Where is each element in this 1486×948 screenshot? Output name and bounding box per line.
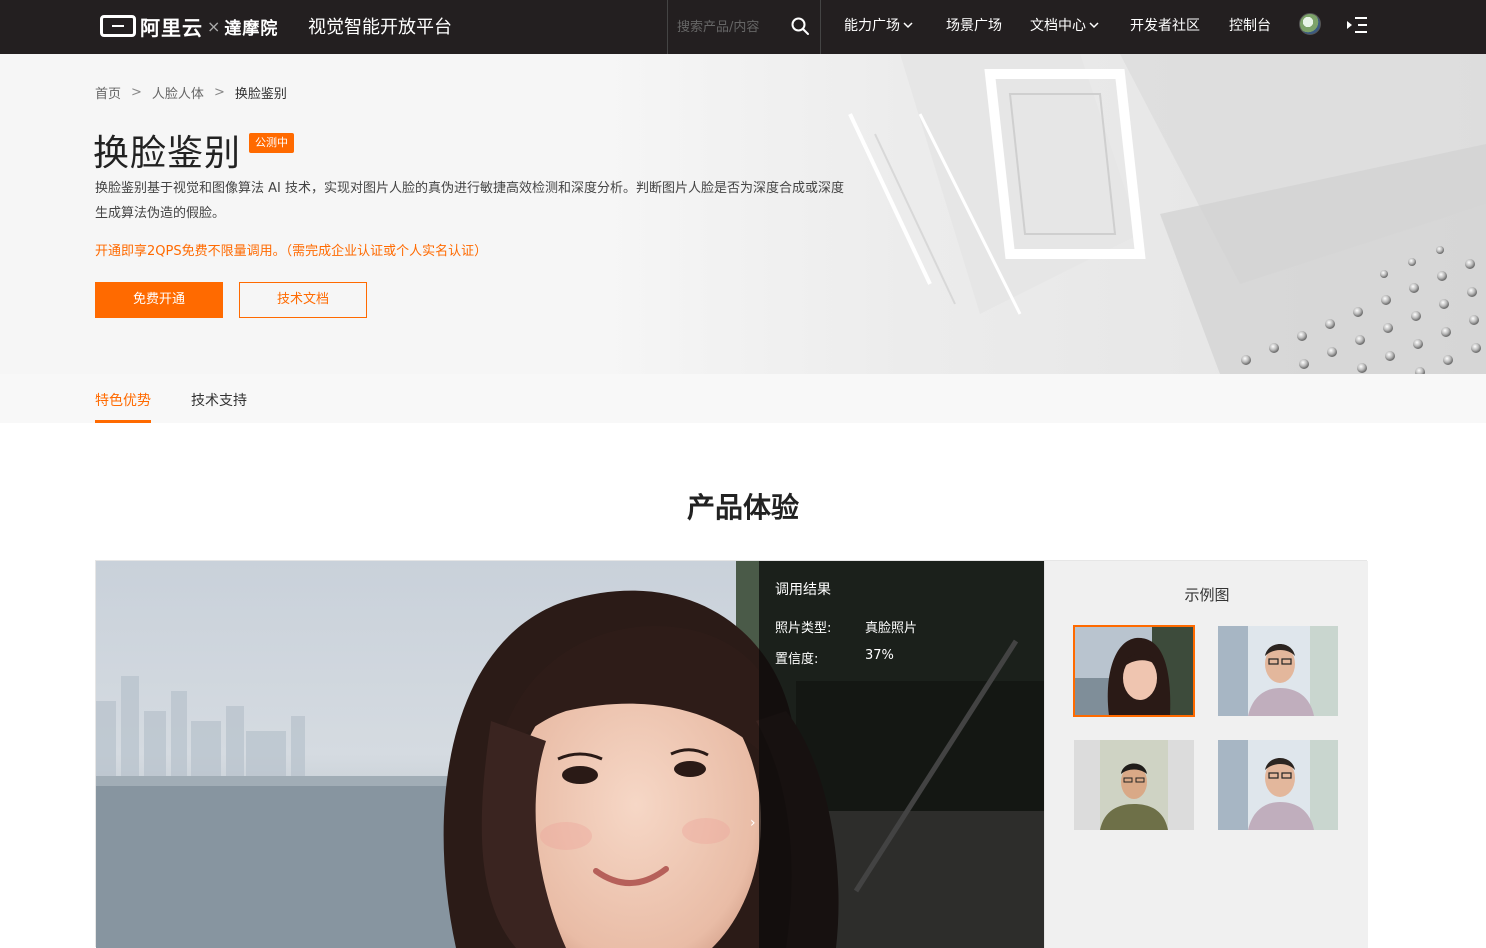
free-activate-button[interactable]: 免费开通 — [95, 282, 223, 318]
nav-item-capability-square[interactable]: 能力广场 — [844, 15, 913, 35]
chevron-right-icon[interactable]: › — [750, 815, 756, 831]
result-panel: 调用结果 照片类型: 真脸照片 置信度: 37% — [759, 561, 1044, 948]
sample-thumbnail-1[interactable] — [1073, 625, 1195, 717]
result-value: 真脸照片 — [865, 621, 918, 636]
promo-text: 开通即享2QPS免费不限量调用。（需完成企业认证或个人实名认证） — [95, 244, 488, 259]
breadcrumb-home-link[interactable]: 首页 — [95, 83, 121, 102]
status-badge: 公测中 — [249, 133, 294, 153]
search-box — [667, 0, 821, 54]
nav-item-label: 能力广场 — [844, 18, 900, 34]
brand-logo[interactable]: 阿里云 × 達摩院 — [100, 10, 278, 42]
result-title: 调用结果 — [775, 582, 831, 598]
hero-banner: 首页 > 人脸人体 > 换脸鉴别 换脸鉴别 公测中 换脸鉴别基于视觉和图像算法 … — [0, 54, 1486, 374]
result-label: 照片类型: — [775, 621, 832, 636]
top-navigation-bar: 阿里云 × 達摩院 视觉智能开放平台 能力广场 场景广场 文档中心 开发者社区 … — [0, 0, 1486, 54]
sample-thumbnail-4[interactable] — [1218, 740, 1338, 830]
breadcrumb-category-link[interactable]: 人脸人体 — [152, 83, 204, 102]
nav-item-label: 场景广场 — [946, 18, 1002, 34]
nav-item-scene-square[interactable]: 场景广场 — [946, 15, 1002, 35]
sample-image — [1218, 626, 1338, 716]
brand-aliyun-text: 阿里云 — [140, 15, 203, 40]
nav-item-label: 开发者社区 — [1130, 18, 1200, 34]
breadcrumb-current: 换脸鉴别 — [234, 87, 287, 102]
nav-item-label: 控制台 — [1229, 18, 1271, 34]
sample-images-panel: 示例图 — [1044, 561, 1368, 948]
sample-image — [1218, 740, 1338, 830]
menu-icon[interactable] — [1346, 15, 1368, 35]
page-title: 换脸鉴别 — [93, 133, 242, 174]
product-demo: 调用结果 照片类型: 真脸照片 置信度: 37% › 示例图 — [95, 560, 1368, 948]
search-icon[interactable] — [790, 16, 810, 36]
tab-features[interactable]: 特色优势 — [95, 390, 151, 410]
breadcrumb-separator: > — [131, 85, 142, 100]
nav-item-doc-center[interactable]: 文档中心 — [1030, 15, 1099, 35]
product-description: 换脸鉴别基于视觉和图像算法 AI 技术，实现对图片人脸的真伪进行敏捷高效检测和深… — [95, 181, 844, 221]
nav-item-console[interactable]: 控制台 — [1229, 15, 1271, 35]
search-input[interactable] — [677, 17, 777, 37]
platform-name[interactable]: 视觉智能开放平台 — [308, 13, 452, 39]
section-title: 产品体验 — [686, 491, 799, 524]
tech-docs-button[interactable]: 技术文档 — [239, 282, 367, 318]
nav-item-label: 文档中心 — [1030, 18, 1086, 34]
sample-thumbnail-2[interactable] — [1218, 626, 1338, 716]
result-row-confidence: 置信度: 37% — [775, 648, 894, 667]
user-avatar[interactable] — [1299, 13, 1321, 35]
brand-damo-text: 達摩院 — [224, 18, 279, 39]
active-tab-indicator — [95, 420, 151, 423]
samples-title: 示例图 — [1184, 586, 1230, 604]
chevron-down-icon — [1089, 22, 1099, 29]
sample-thumbnail-3[interactable] — [1074, 740, 1194, 830]
chevron-down-icon — [903, 22, 913, 29]
sample-image — [1074, 740, 1194, 830]
sample-image — [1074, 626, 1194, 716]
breadcrumb: 首页 > 人脸人体 > 换脸鉴别 — [95, 83, 287, 102]
section-tabs: 特色优势 技术支持 — [0, 374, 1486, 423]
result-value: 37% — [865, 648, 894, 663]
nav-item-dev-community[interactable]: 开发者社区 — [1130, 15, 1200, 35]
brand-separator: × — [207, 16, 221, 36]
result-label: 置信度: — [775, 652, 819, 667]
breadcrumb-separator: > — [213, 85, 225, 100]
aliyun-logo-icon — [100, 15, 136, 37]
result-row-photo-type: 照片类型: 真脸照片 — [775, 617, 917, 636]
tab-tech-support[interactable]: 技术支持 — [191, 390, 247, 410]
